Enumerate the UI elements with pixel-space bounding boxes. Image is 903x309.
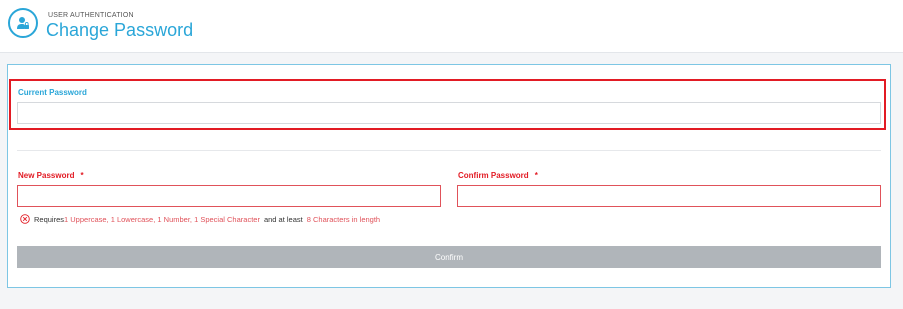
requirements-middle: and at least	[263, 214, 303, 224]
page-title: Change Password	[46, 20, 194, 40]
requirements-length: 8 Characters in length	[306, 214, 381, 224]
confirm-button[interactable]: Confirm	[17, 246, 881, 268]
new-password-input[interactable]	[17, 185, 441, 207]
password-requirements: Requires 1 Uppercase, 1 Lowercase, 1 Num…	[20, 214, 380, 224]
confirm-password-label: Confirm Password *	[458, 171, 538, 180]
confirm-password-input[interactable]	[457, 185, 881, 207]
required-asterisk: *	[534, 171, 538, 180]
required-asterisk: *	[80, 171, 84, 180]
requirements-rules: 1 Uppercase, 1 Lowercase, 1 Number, 1 Sp…	[64, 214, 260, 224]
new-password-label: New Password *	[18, 171, 84, 180]
current-password-label: Current Password	[18, 88, 87, 97]
current-password-input[interactable]	[17, 102, 881, 124]
section-divider	[17, 150, 881, 151]
user-lock-icon	[8, 8, 38, 38]
page-header: USER AUTHENTICATION Change Password	[0, 0, 903, 53]
error-circle-icon	[20, 214, 30, 224]
requirements-prefix: Requires	[34, 214, 65, 224]
section-label: USER AUTHENTICATION	[48, 12, 134, 19]
